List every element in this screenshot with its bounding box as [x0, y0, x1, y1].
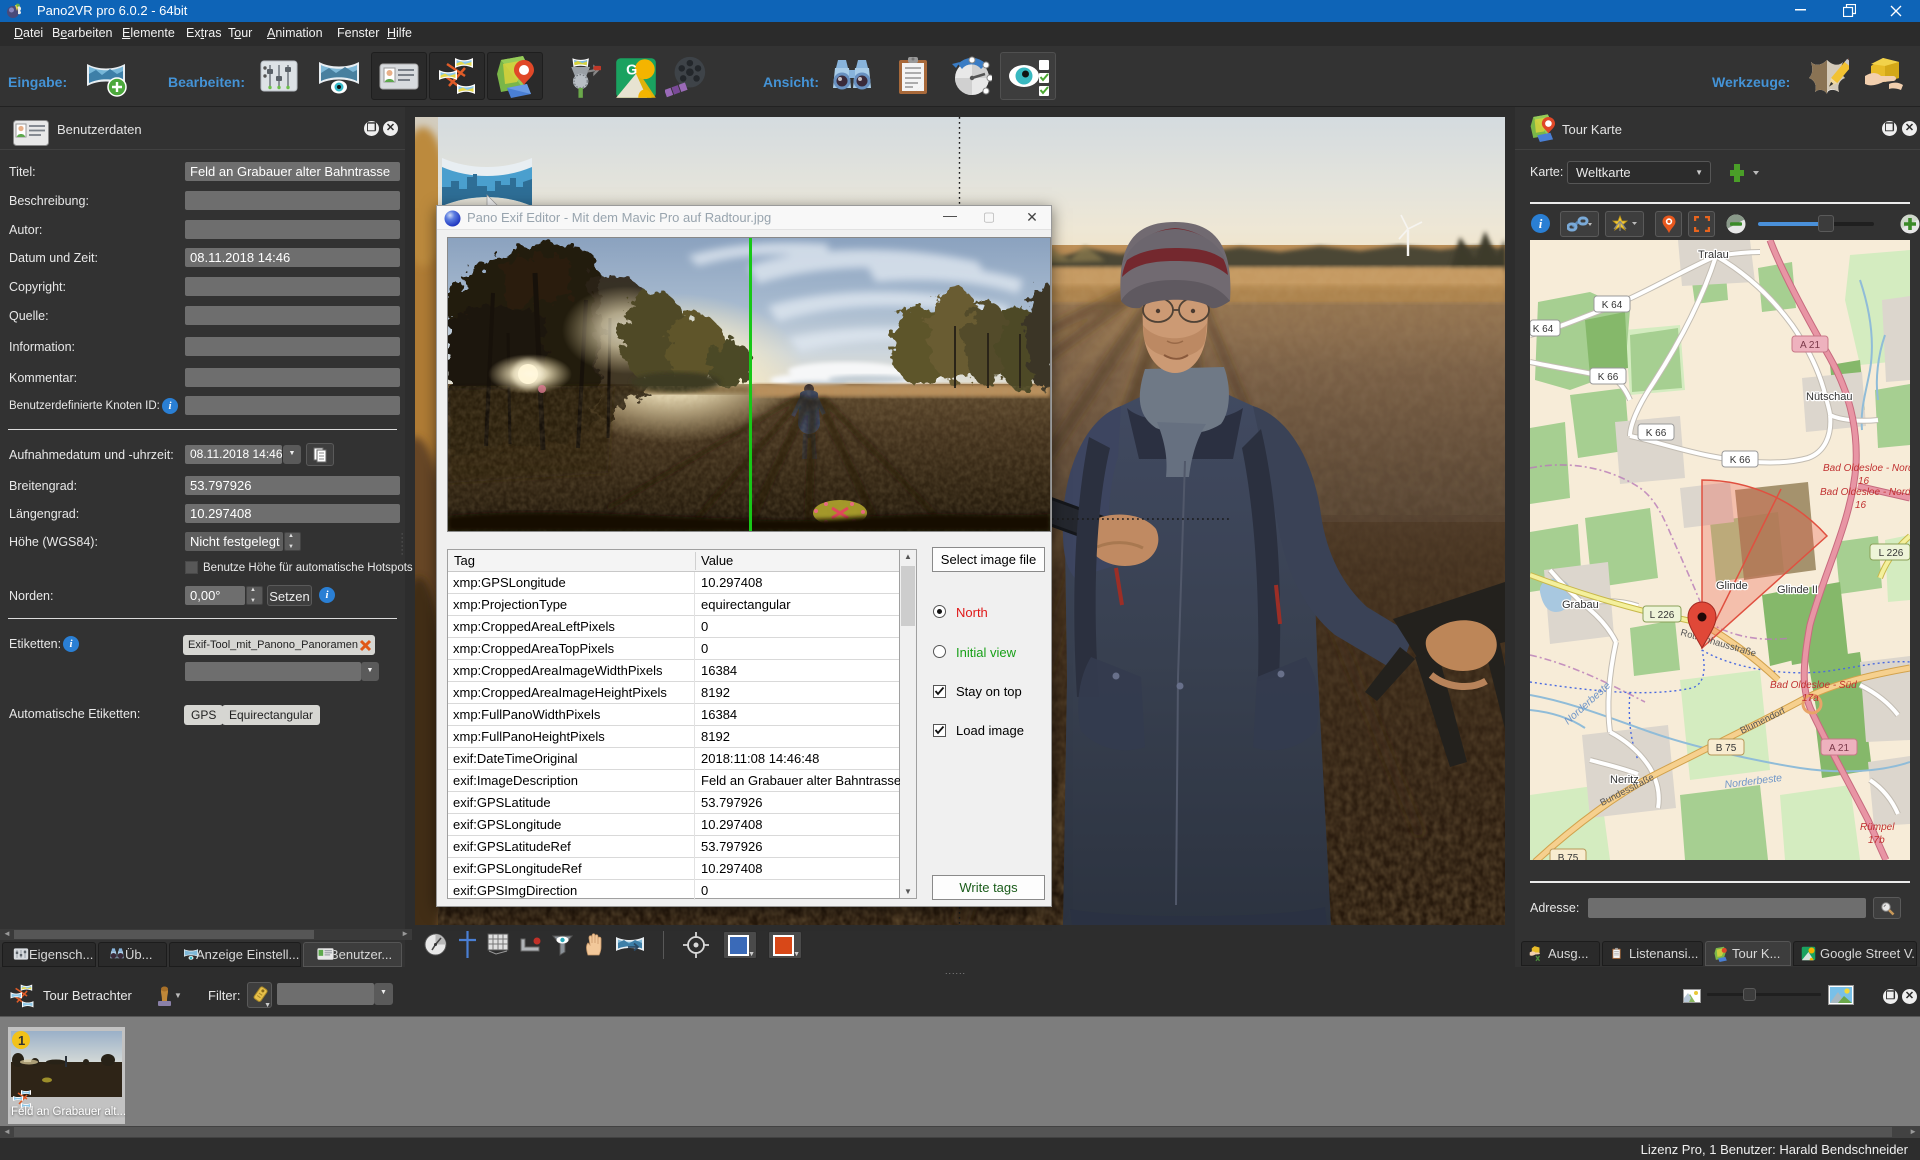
svg-text:Grabau: Grabau — [1562, 599, 1599, 611]
svg-text:16: 16 — [1855, 500, 1867, 511]
svg-text:L 226: L 226 — [1879, 548, 1904, 559]
svg-text:Tralau: Tralau — [1698, 249, 1729, 261]
svg-text:17a: 17a — [1802, 693, 1819, 704]
svg-text:A 21: A 21 — [1829, 743, 1849, 754]
svg-text:G: G — [626, 63, 637, 79]
svg-text:Nütschau: Nütschau — [1806, 391, 1852, 403]
svg-text:L 226: L 226 — [1650, 610, 1675, 621]
svg-text:Bad Oldesloe - Süd: Bad Oldesloe - Süd — [1770, 680, 1857, 691]
svg-text:B 75: B 75 — [1558, 853, 1579, 860]
svg-text:Glinde: Glinde — [1716, 580, 1748, 592]
svg-text:B 75: B 75 — [1716, 743, 1737, 754]
svg-text:K 64: K 64 — [1602, 300, 1623, 311]
svg-text:K 66: K 66 — [1598, 372, 1619, 383]
svg-text:17b: 17b — [1868, 835, 1885, 846]
svg-text:Rümpel: Rümpel — [1860, 822, 1895, 833]
svg-text:Bad Oldesloe - Nord: Bad Oldesloe - Nord — [1820, 487, 1910, 498]
svg-text:K 64: K 64 — [1533, 324, 1554, 335]
svg-text:Glinde II: Glinde II — [1777, 584, 1818, 596]
svg-text:A 21: A 21 — [1800, 340, 1820, 351]
svg-text:K 66: K 66 — [1646, 428, 1667, 439]
svg-text:16: 16 — [1858, 476, 1870, 487]
svg-text:Bad Oldesloe - Nord: Bad Oldesloe - Nord — [1823, 463, 1910, 474]
svg-text:K 66: K 66 — [1730, 455, 1751, 466]
svg-text:1: 1 — [18, 1033, 25, 1048]
